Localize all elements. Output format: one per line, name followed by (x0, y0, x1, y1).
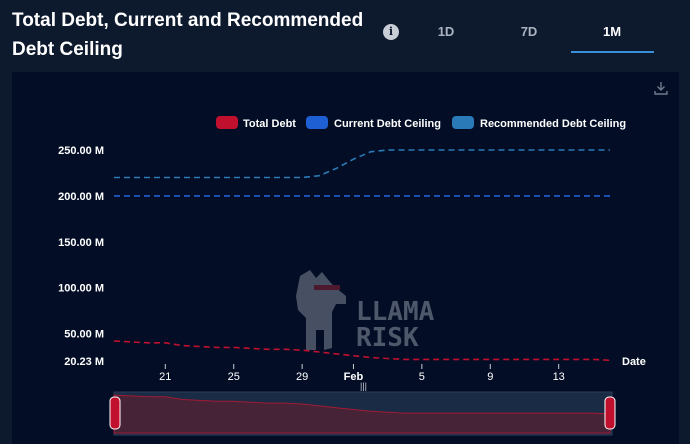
navigator-grip-icon[interactable]: ||| (360, 381, 367, 391)
x-tick-label: 25 (228, 371, 240, 383)
legend-label-total-debt: Total Debt (243, 118, 296, 130)
legend-item-total-debt[interactable]: Total Debt (216, 116, 296, 130)
legend-swatch-recommended-ceiling (452, 116, 474, 129)
x-tick-label: 13 (553, 371, 565, 383)
legend-swatch-total-debt (216, 116, 238, 129)
x-tick-label: 9 (487, 371, 493, 383)
y-tick-label: 100.00 M (58, 283, 104, 295)
range-navigator[interactable]: ||| (109, 381, 616, 436)
x-tick-label: 5 (419, 371, 425, 383)
navigator-handle-left[interactable] (109, 396, 121, 430)
x-tick-label: 29 (296, 371, 308, 383)
x-axis-label: Date (622, 356, 646, 368)
y-tick-label: 150.00 M (58, 237, 104, 249)
legend-item-current-ceiling[interactable]: Current Debt Ceiling (306, 116, 441, 130)
y-tick-label: 200.00 M (58, 191, 104, 203)
legend-label-current-ceiling: Current Debt Ceiling (334, 118, 441, 130)
watermark-line-2: RISK (356, 323, 419, 353)
series-line-recommended-debt-ceiling (114, 149, 610, 179)
navigator-handle-right[interactable] (604, 396, 616, 430)
legend-swatch-current-ceiling (306, 116, 328, 129)
legend-item-recommended-ceiling[interactable]: Recommended Debt Ceiling (452, 116, 626, 130)
legend: Total Debt Current Debt Ceiling Recommen… (216, 116, 626, 130)
y-axis: 20.23 M 50.00 M 100.00 M 150.00 M 200.00 M 25… (58, 145, 104, 368)
y-tick-label: 50.00 M (64, 329, 104, 341)
y-tick-label: 20.23 M (64, 356, 104, 368)
x-tick-label: 21 (159, 371, 171, 383)
legend-label-recommended-ceiling: Recommended Debt Ceiling (480, 118, 626, 130)
llama-hat-band (314, 285, 340, 290)
y-tick-label: 250.00 M (58, 145, 104, 157)
line-chart: LLAMA RISK Total Debt Current Debt Ceili… (58, 116, 646, 436)
watermark-logo: LLAMA RISK (296, 270, 435, 353)
llama-icon (296, 270, 346, 350)
